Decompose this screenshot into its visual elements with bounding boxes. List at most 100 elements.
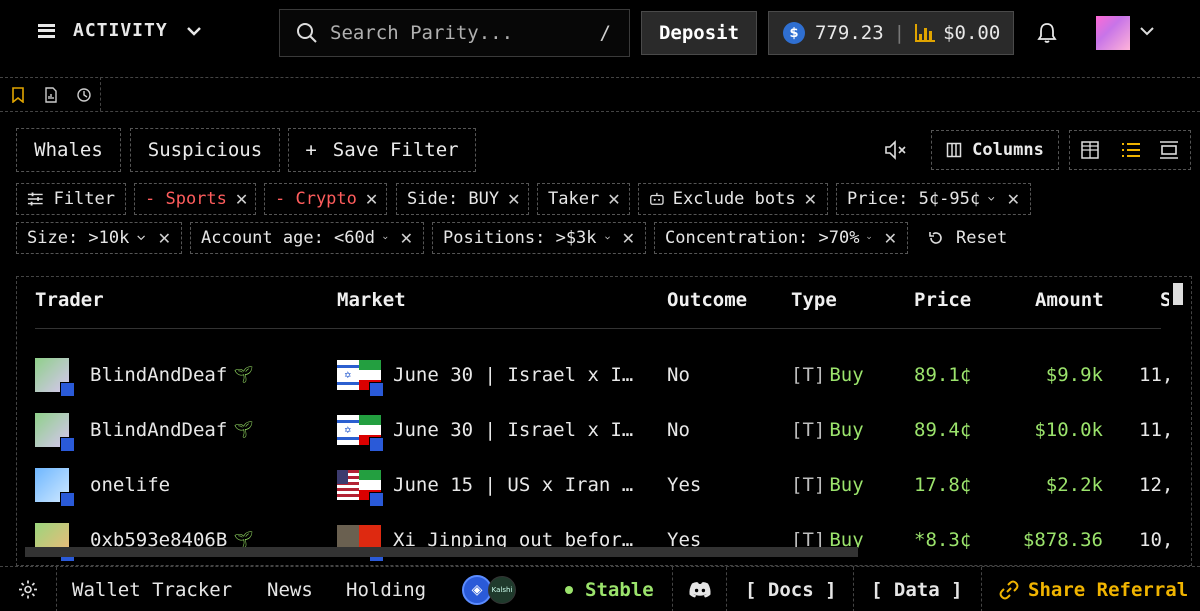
horizontal-scrollbar[interactable] (25, 547, 858, 557)
balance-display[interactable]: $ 779.23 | $0.00 (768, 11, 1014, 55)
list-view-icon[interactable] (1121, 142, 1141, 158)
preset-whales-button[interactable]: Whales (16, 128, 121, 172)
table-row[interactable]: BlindAndDeaf 🌱︎ ✡ June 30 | Israel x I… No [T… (17, 347, 1191, 402)
filter-chip-exclude-bots[interactable]: Exclude bots ✕ (638, 183, 828, 215)
size-cell: 12, (1139, 473, 1174, 496)
trader-name[interactable]: BlindAndDeaf (90, 419, 227, 441)
top-bar: ACTIVITY / Deposit $ 779.23 | $0.00 (0, 0, 1200, 66)
header-divider (35, 328, 1161, 329)
filter-chip-concentration[interactable]: Concentration: >70% ✕ (654, 222, 908, 254)
platform-toggle[interactable]: ◈ Kalshi (462, 567, 516, 611)
market-cell[interactable]: ✡ June 30 | Israel x I… (337, 347, 633, 402)
close-icon[interactable]: ✕ (235, 190, 248, 209)
market-title[interactable]: June 30 | Israel x I… (393, 364, 633, 386)
vertical-scrollbar[interactable] (1173, 283, 1183, 305)
filter-chip-positions[interactable]: Positions: >$3k ✕ (432, 222, 646, 254)
price-cell: 89.4¢ (914, 418, 972, 441)
market-title[interactable]: June 30 | Israel x I… (393, 419, 633, 441)
trader-cell[interactable]: BlindAndDeaf 🌱︎ (35, 347, 254, 402)
columns-label: Columns (972, 140, 1044, 160)
filter-chip-side[interactable]: Side: BUY ✕ (396, 183, 529, 215)
chevron-down-icon[interactable] (867, 234, 872, 242)
close-icon[interactable]: ✕ (365, 190, 378, 209)
close-icon[interactable]: ✕ (607, 190, 620, 209)
columns-button[interactable]: Columns (931, 130, 1059, 170)
table-row[interactable]: onelife June 15 | US x Iran … Yes [T] Buy 17.… (17, 457, 1191, 512)
market-image (337, 469, 384, 507)
market-cell[interactable]: June 15 | US x Iran … (337, 457, 633, 512)
trader-cell[interactable]: 0xb593e8406B 🌱︎ (35, 512, 254, 565)
close-icon[interactable]: ✕ (158, 229, 171, 248)
document-chart-icon[interactable] (43, 87, 59, 103)
reset-filters-button[interactable]: Reset (918, 222, 1018, 254)
divider (853, 567, 854, 611)
column-header-type[interactable]: Type (791, 289, 837, 311)
holding-link[interactable]: Holding (346, 567, 426, 611)
discord-icon[interactable] (688, 580, 712, 599)
filter-chip-taker[interactable]: Taker ✕ (537, 183, 630, 215)
column-header-price[interactable]: Price (914, 289, 971, 311)
column-header-amount[interactable]: Amount (1035, 289, 1104, 311)
trader-cell[interactable]: onelife (35, 457, 170, 512)
share-referral-label: Share Referral (1028, 578, 1189, 601)
share-referral-button[interactable]: Share Referral (998, 567, 1188, 611)
preset-suspicious-button[interactable]: Suspicious (130, 128, 280, 172)
hamburger-icon (38, 23, 55, 38)
type-tag: [T] (791, 418, 826, 441)
search-input[interactable] (330, 22, 570, 44)
filter-chip-sports[interactable]: - Sports ✕ (134, 183, 256, 215)
save-filter-button[interactable]: + Save Filter (288, 128, 476, 172)
market-title[interactable]: June 15 | US x Iran … (393, 474, 633, 496)
mute-icon[interactable] (884, 139, 908, 161)
close-icon[interactable]: ✕ (507, 190, 520, 209)
trader-cell[interactable]: BlindAndDeaf 🌱︎ (35, 402, 254, 457)
close-icon[interactable]: ✕ (400, 229, 413, 248)
compact-view-icon[interactable] (1159, 141, 1179, 159)
market-cell[interactable]: Xi Jinping out befor… (337, 512, 633, 565)
chevron-down-icon[interactable] (383, 234, 388, 242)
column-header-outcome[interactable]: Outcome (667, 289, 747, 311)
table-row[interactable]: BlindAndDeaf 🌱︎ ✡ June 30 | Israel x I… No [T… (17, 402, 1191, 457)
chip-label: Side: BUY (407, 189, 500, 209)
activity-menu-button[interactable]: ACTIVITY (38, 20, 202, 41)
chevron-down-icon[interactable] (604, 234, 610, 242)
filter-chip-crypto[interactable]: - Crypto ✕ (264, 183, 387, 215)
trader-name[interactable]: onelife (90, 474, 170, 496)
chevron-down-icon[interactable] (137, 234, 146, 242)
bell-icon[interactable] (1037, 22, 1057, 44)
filter-chip-size[interactable]: Size: >10k ✕ (16, 222, 182, 254)
column-header-market[interactable]: Market (337, 289, 406, 311)
close-icon[interactable]: ✕ (1007, 190, 1020, 209)
close-icon[interactable]: ✕ (804, 190, 817, 209)
column-header-trader[interactable]: Trader (35, 289, 104, 311)
menu-title: ACTIVITY (73, 20, 168, 41)
grid-view-icon[interactable] (1081, 141, 1099, 159)
close-icon[interactable]: ✕ (884, 229, 897, 248)
close-icon[interactable]: ✕ (622, 229, 635, 248)
market-cell[interactable]: ✡ June 30 | Israel x I… (337, 402, 633, 457)
chip-label: Size: >10k (27, 228, 130, 248)
status-dot (565, 585, 573, 594)
trader-name[interactable]: BlindAndDeaf (90, 364, 227, 386)
deposit-button[interactable]: Deposit (641, 11, 757, 55)
docs-link[interactable]: [ Docs ] (745, 567, 837, 611)
sprout-icon: 🌱︎ (233, 420, 254, 439)
wallet-tracker-link[interactable]: Wallet Tracker (72, 567, 232, 611)
table-row[interactable]: 0xb593e8406B 🌱︎ Xi Jinping out befor… Yes [T… (17, 512, 1191, 565)
filter-button[interactable]: Filter (16, 183, 126, 215)
data-link[interactable]: [ Data ] (871, 567, 963, 611)
news-link[interactable]: News (267, 567, 313, 611)
column-header-size[interactable]: S (1160, 289, 1169, 311)
settings-gear-icon[interactable] (18, 579, 38, 600)
account-chevron-icon[interactable] (1140, 27, 1154, 36)
filter-chip-account-age[interactable]: Account age: <60d ✕ (190, 222, 424, 254)
status-label: Stable (585, 578, 654, 601)
user-avatar[interactable] (1096, 16, 1130, 50)
history-icon[interactable] (76, 87, 92, 103)
filter-chip-price[interactable]: Price: 5¢-95¢ ✕ (836, 183, 1031, 215)
divider (726, 567, 727, 611)
chevron-down-icon[interactable] (988, 195, 995, 203)
bookmark-icon[interactable] (10, 87, 26, 103)
type-tag: [T] (791, 363, 826, 386)
search-box[interactable]: / (279, 9, 630, 57)
